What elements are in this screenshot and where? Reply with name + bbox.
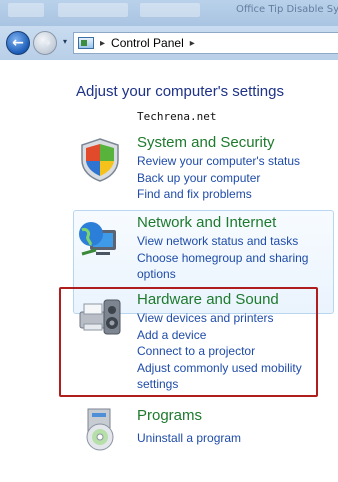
link-mobility-settings[interactable]: settings <box>137 376 302 393</box>
category-title-system-and-security[interactable]: System and Security <box>137 134 275 151</box>
recent-pages-dropdown[interactable]: ▾ <box>60 37 70 47</box>
chevron-down-icon: ▾ <box>62 37 67 46</box>
watermark-text: Techrena.net <box>137 110 217 123</box>
breadcrumb-separator[interactable]: ▸ <box>190 38 195 49</box>
category-title-network-and-internet[interactable]: Network and Internet <box>137 214 276 231</box>
back-button[interactable]: ← <box>6 31 30 55</box>
titlebar-ghost-block <box>140 3 200 17</box>
window-titlebar: Office Tip Disable System <box>0 0 338 26</box>
titlebar-ghost-block <box>8 3 44 17</box>
category-title-hardware-and-sound[interactable]: Hardware and Sound <box>137 291 279 308</box>
back-arrow-icon: ← <box>12 35 24 51</box>
control-panel-content: Adjust your computer's settings Techrena… <box>0 60 338 482</box>
breadcrumb-control-panel[interactable]: Control Panel <box>111 36 184 50</box>
control-panel-icon <box>78 37 94 49</box>
navigation-bar: ← → ▾ ▸ Control Panel ▸ <box>0 26 338 60</box>
page-title: Adjust your computer's settings <box>76 83 284 100</box>
link-back-up[interactable]: Back up your computer <box>137 170 300 187</box>
link-uninstall-program[interactable]: Uninstall a program <box>137 430 241 447</box>
forward-button[interactable]: → <box>33 31 57 55</box>
window-title: Office Tip Disable System <box>236 4 338 15</box>
breadcrumb-separator[interactable]: ▸ <box>100 38 105 49</box>
link-find-fix-problems[interactable]: Find and fix problems <box>137 186 300 203</box>
link-review-status[interactable]: Review your computer's status <box>137 153 300 170</box>
forward-arrow-icon: → <box>39 35 51 51</box>
link-add-device[interactable]: Add a device <box>137 327 302 344</box>
link-view-devices-printers[interactable]: View devices and printers <box>137 310 302 327</box>
link-view-network-status[interactable]: View network status and tasks <box>137 233 308 250</box>
printer-speaker-icon[interactable] <box>76 292 124 340</box>
shield-icon[interactable] <box>76 136 124 184</box>
link-connect-projector[interactable]: Connect to a projector <box>137 343 302 360</box>
programs-disc-icon[interactable] <box>76 405 124 453</box>
link-adjust-mobility[interactable]: Adjust commonly used mobility <box>137 360 302 377</box>
category-title-programs[interactable]: Programs <box>137 407 202 424</box>
titlebar-ghost-block <box>58 3 128 17</box>
link-sharing-options[interactable]: options <box>137 266 308 283</box>
address-bar[interactable]: ▸ Control Panel ▸ <box>73 32 338 54</box>
link-choose-homegroup[interactable]: Choose homegroup and sharing <box>137 250 308 267</box>
network-globe-icon[interactable] <box>76 216 124 264</box>
